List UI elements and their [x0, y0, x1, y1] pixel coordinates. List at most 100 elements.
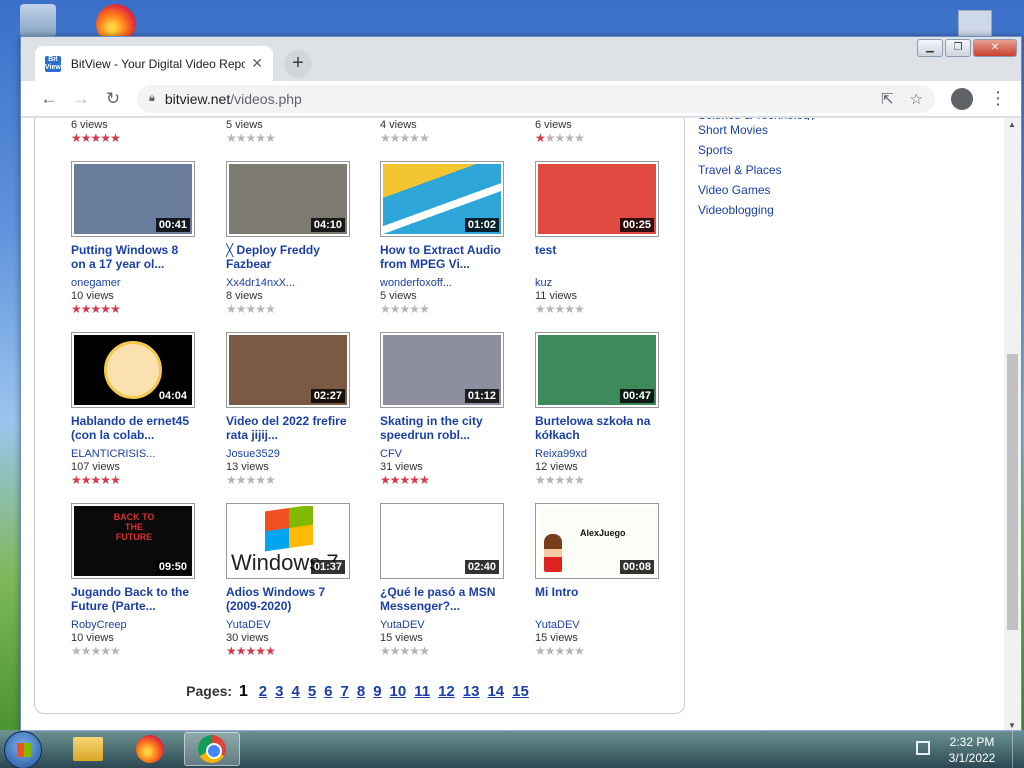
menu-kebab-icon[interactable]: ⋮	[989, 88, 1007, 109]
video-title-link[interactable]: Putting Windows 8 on a 17 year ol...	[71, 243, 195, 271]
start-button[interactable]	[4, 731, 42, 768]
category-list: Science & TechnologyShort MoviesSportsTr…	[698, 118, 816, 220]
scrollbar-thumb[interactable]	[1007, 354, 1018, 630]
vertical-scrollbar[interactable]: ▲ ▼	[1004, 118, 1021, 731]
star-rating: ★★★★★	[71, 645, 195, 657]
star-icon: ★	[265, 302, 276, 316]
back-icon[interactable]: ←	[33, 89, 65, 109]
bitview-favicon: Bit View	[45, 55, 61, 72]
video-thumbnail[interactable]: 02:27	[226, 332, 350, 408]
address-bar[interactable]: 🔒︎ bitview.net/videos.php ⇱ ☆	[137, 84, 935, 113]
tab-close-icon[interactable]: ✕	[251, 55, 263, 72]
video-title-link[interactable]: ╳ Deploy Freddy Fazbear	[226, 243, 350, 271]
video-views: 5 views	[380, 290, 417, 302]
category-link[interactable]: Travel & Places	[698, 160, 816, 180]
video-author-link[interactable]: Reixa99xd	[535, 448, 659, 460]
video-thumbnail[interactable]: Windows 7 01:37	[226, 503, 350, 579]
video-item-partial: 6 views ★★★★★	[535, 118, 659, 144]
video-author-link[interactable]: kuz	[535, 277, 659, 289]
video-thumbnail[interactable]: 00:25	[535, 161, 659, 237]
page-link[interactable]: 7	[341, 683, 349, 700]
star-rating: ★★★★★	[226, 474, 350, 486]
video-thumbnail[interactable]: 01:12	[380, 332, 504, 408]
minimize-button[interactable]: ▁	[917, 39, 943, 57]
category-link[interactable]: Video Games	[698, 180, 816, 200]
video-thumbnail[interactable]: 01:02	[380, 161, 504, 237]
category-link[interactable]: Sports	[698, 140, 816, 160]
video-title-link[interactable]: ¿Qué le pasó a MSN Messenger?...	[380, 585, 504, 613]
scroll-up-icon[interactable]: ▲	[1008, 120, 1016, 129]
taskbar-explorer[interactable]	[60, 732, 116, 766]
close-window-button[interactable]: ✕	[973, 39, 1017, 57]
video-title-link[interactable]: Video del 2022 frefire rata jijij...	[226, 414, 350, 442]
thumbnail-image: 01:02	[383, 164, 501, 234]
profile-avatar-icon[interactable]	[951, 87, 973, 110]
page-link[interactable]: 8	[357, 683, 365, 700]
video-thumbnail[interactable]: 04:10	[226, 161, 350, 237]
video-thumbnail[interactable]: 00:47	[535, 332, 659, 408]
video-title-link[interactable]: How to Extract Audio from MPEG Vi...	[380, 243, 504, 271]
maximize-button[interactable]: ❐	[945, 39, 971, 57]
page-link[interactable]: 12	[438, 683, 455, 700]
video-author-link[interactable]: wonderfoxoff...	[380, 277, 504, 289]
taskbar-firefox[interactable]	[122, 732, 178, 766]
video-title-link[interactable]: Skating in the city speedrun robl...	[380, 414, 504, 442]
page-link[interactable]: 2	[259, 683, 267, 700]
video-author-link[interactable]: YutaDEV	[535, 619, 659, 631]
page-link[interactable]: 15	[512, 683, 529, 700]
network-tray-icon[interactable]	[916, 741, 930, 755]
video-thumbnail[interactable]: 04:04	[71, 332, 195, 408]
video-thumbnail[interactable]: 02:40	[380, 503, 504, 579]
page-link[interactable]: 3	[275, 683, 283, 700]
lock-icon[interactable]: 🔒︎	[149, 92, 155, 105]
share-icon[interactable]: ⇱	[881, 90, 894, 108]
category-link[interactable]: Short Movies	[698, 120, 816, 140]
video-author-link[interactable]: CFV	[380, 448, 504, 460]
page-link[interactable]: 10	[390, 683, 407, 700]
video-author-link[interactable]: Xx4dr14nxX...	[226, 277, 350, 289]
page-link[interactable]: 11	[414, 683, 430, 700]
page-link[interactable]: 4	[291, 683, 299, 700]
video-author-link[interactable]: YutaDEV	[226, 619, 350, 631]
recycle-bin-icon[interactable]	[20, 4, 56, 40]
new-tab-button[interactable]: +	[284, 50, 312, 78]
star-icon: ★	[110, 644, 121, 658]
bookmark-star-icon[interactable]: ☆	[910, 90, 923, 108]
video-thumbnail[interactable]: AlexJuego 00:08	[535, 503, 659, 579]
video-author-link[interactable]: onegamer	[71, 277, 195, 289]
video-title-link[interactable]: Burtelowa szkoła na kółkach	[535, 414, 659, 442]
video-item: 02:27 Video del 2022 frefire rata jijij..…	[226, 332, 350, 486]
star-icon: ★	[544, 644, 556, 658]
pagination: Pages: 1 2 3 4 5 6 7 8 9 10 11 12 13 14 15	[34, 683, 685, 701]
star-icon: ★	[564, 131, 575, 145]
taskbar-chrome[interactable]	[184, 732, 240, 766]
page-link[interactable]: 5	[308, 683, 316, 700]
taskbar-clock[interactable]: 2:32 PM 3/1/2022	[942, 734, 1002, 766]
page-viewport: 6 views ★★★★★ 5 views ★★★★★ 4 views ★★★★★ 6 vi…	[21, 118, 1021, 731]
video-title-link[interactable]: Jugando Back to the Future (Parte...	[71, 585, 195, 613]
video-title-link[interactable]: Mi Intro	[535, 585, 659, 613]
video-author-link[interactable]: YutaDEV	[380, 619, 504, 631]
page-link[interactable]: 6	[324, 683, 332, 700]
star-icon: ★	[255, 473, 266, 487]
video-author-link[interactable]: Josue3529	[226, 448, 350, 460]
page-link[interactable]: 14	[487, 683, 504, 700]
reload-icon[interactable]: ↻	[97, 89, 129, 109]
star-rating: ★★★★★	[226, 303, 350, 315]
video-title-link[interactable]: Hablando de ernet45 (con la colab...	[71, 414, 195, 442]
forward-icon[interactable]: →	[65, 89, 97, 109]
show-desktop-button[interactable]	[1012, 730, 1024, 768]
page-link[interactable]: 13	[463, 683, 480, 700]
video-author-link[interactable]: ELANTICRISIS...	[71, 448, 195, 460]
video-author-link[interactable]: RobyCreep	[71, 619, 195, 631]
star-icon: ★	[235, 644, 247, 658]
scroll-down-icon[interactable]: ▼	[1008, 721, 1016, 730]
page-link[interactable]: 9	[373, 683, 381, 700]
video-title-link[interactable]: Adios Windows 7 (2009-2020)	[226, 585, 350, 613]
category-link[interactable]: Videoblogging	[698, 200, 816, 220]
tab-bitview[interactable]: Bit View BitView - Your Digital Video Re…	[35, 46, 273, 81]
star-icon: ★	[389, 131, 401, 145]
video-thumbnail[interactable]: BACK TO THE FUTURE 09:50	[71, 503, 195, 579]
video-thumbnail[interactable]: 00:41	[71, 161, 195, 237]
video-title-link[interactable]: test	[535, 243, 659, 271]
